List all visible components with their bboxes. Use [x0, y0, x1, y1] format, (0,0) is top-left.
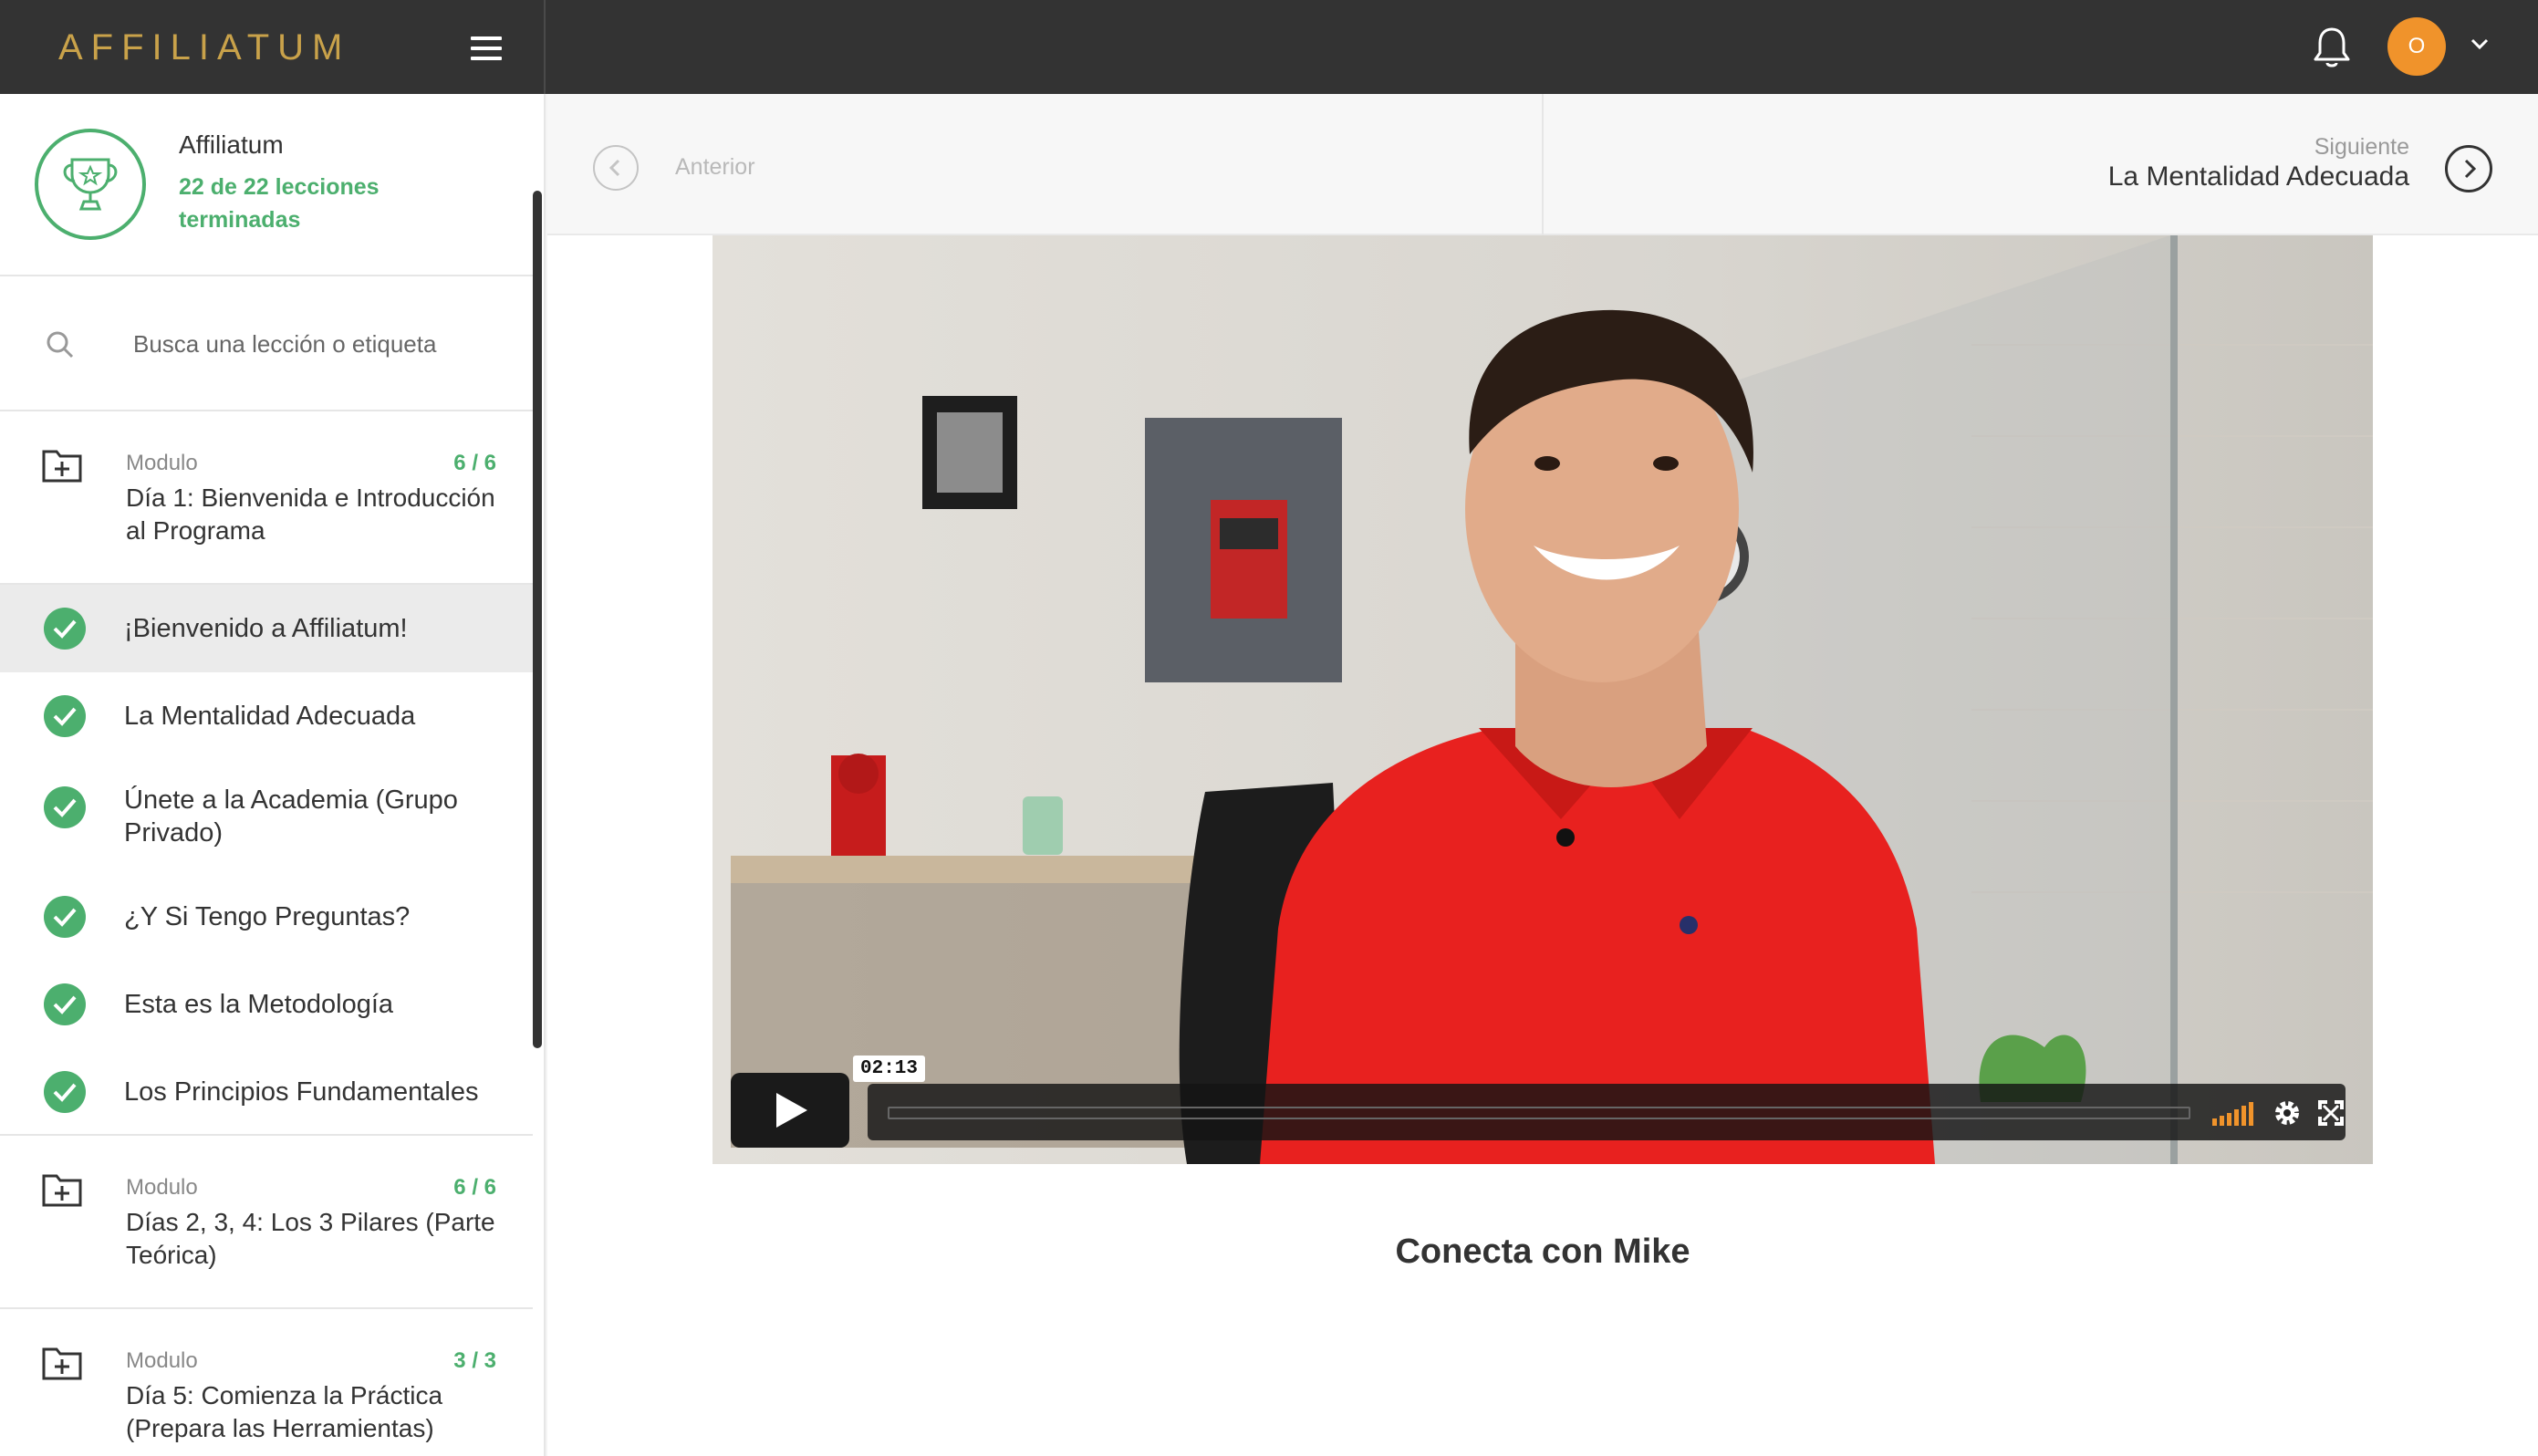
check-icon [44, 695, 86, 737]
lesson-item[interactable]: Esta es la Metodología [0, 961, 533, 1048]
check-icon [44, 608, 86, 650]
brand-logo[interactable]: AFFILIATUM [58, 27, 350, 68]
module-count: 3 / 3 [453, 1348, 496, 1373]
lesson-title: ¡Bienvenido a Affiliatum! [124, 614, 408, 643]
module-label: Modulo [126, 1348, 198, 1373]
search-input[interactable] [133, 322, 498, 366]
hamburger-icon-line [471, 36, 502, 40]
module-header[interactable]: Modulo 3 / 3 Día 5: Comienza la Práctica… [0, 1309, 533, 1456]
previous-lesson-button[interactable] [593, 145, 639, 191]
chevron-down-icon[interactable] [2469, 33, 2491, 55]
search-icon [46, 330, 75, 359]
video-player[interactable]: 02:13 [713, 235, 2373, 1164]
video-frame-image [713, 235, 2373, 1164]
next-lesson-title[interactable]: La Mentalidad Adecuada [2108, 161, 2409, 192]
lesson-search [0, 276, 533, 411]
module-title: Días 2, 3, 4: Los 3 Pilares (Parte Teóri… [126, 1208, 495, 1269]
volume-icon[interactable] [2212, 1102, 2256, 1126]
lesson-title: ¿Y Si Tengo Preguntas? [124, 902, 411, 931]
hamburger-icon-line [471, 57, 502, 60]
lesson-item[interactable]: La Mentalidad Adecuada [0, 672, 533, 760]
hamburger-icon-line [471, 47, 502, 50]
video-timestamp: 02:13 [853, 1056, 926, 1082]
module-count: 6 / 6 [453, 1175, 496, 1200]
lesson-title: La Mentalidad Adecuada [124, 702, 416, 731]
folder-add-icon [42, 1346, 82, 1380]
video-progress-track[interactable] [888, 1107, 2190, 1119]
lesson-title: Los Principios Fundamentales [124, 1077, 479, 1107]
lesson-title: Esta es la Metodología [124, 990, 394, 1019]
check-icon [44, 1071, 86, 1113]
module-label: Modulo [126, 451, 198, 475]
sidebar-scrollbar[interactable] [533, 191, 542, 1048]
logo-area: AFFILIATUM [0, 0, 546, 94]
module-header[interactable]: Modulo 6 / 6 Día 1: Bienvenida e Introdu… [0, 411, 533, 585]
fullscreen-icon[interactable] [2318, 1100, 2344, 1126]
lesson-content: Anterior Siguiente La Mentalidad Adecuad… [547, 94, 2538, 1456]
settings-gear-icon[interactable] [2273, 1098, 2302, 1128]
lesson-navigation: Anterior Siguiente La Mentalidad Adecuad… [547, 94, 2538, 235]
video-controls-bar [868, 1084, 2346, 1140]
check-icon [44, 786, 86, 828]
folder-add-icon [42, 448, 82, 483]
module-title: Día 1: Bienvenida e Introducción al Prog… [126, 484, 495, 545]
lesson-item[interactable]: ¡Bienvenido a Affiliatum! [0, 585, 533, 672]
lesson-item[interactable]: ¿Y Si Tengo Preguntas? [0, 873, 533, 961]
course-name: Affiliatum [179, 130, 284, 159]
module-title: Día 5: Comienza la Práctica (Prepara las… [126, 1381, 443, 1442]
top-bar: AFFILIATUM O [0, 0, 2538, 94]
video-caption-title: Conecta con Mike [1395, 1232, 1690, 1271]
play-button[interactable] [731, 1073, 849, 1148]
course-progress-header: Affiliatum 22 de 22 lecciones terminadas [0, 94, 533, 276]
module-count: 6 / 6 [453, 451, 496, 475]
next-lesson-label[interactable]: Siguiente [2314, 134, 2409, 161]
module-label: Modulo [126, 1175, 198, 1200]
module-header[interactable]: Modulo 6 / 6 Días 2, 3, 4: Los 3 Pilares… [0, 1136, 533, 1309]
check-icon [44, 896, 86, 938]
lesson-title: Únete a la Academia (Grupo Privado) [124, 785, 458, 848]
menu-toggle-button[interactable] [471, 36, 502, 60]
course-progress-text: 22 de 22 lecciones terminadas [179, 174, 380, 233]
nav-divider [1542, 94, 1544, 235]
check-icon [44, 983, 86, 1025]
lesson-item[interactable]: Los Principios Fundamentales [0, 1048, 533, 1136]
next-lesson-button[interactable] [2445, 145, 2492, 192]
previous-lesson-label[interactable]: Anterior [675, 154, 755, 181]
trophy-icon [35, 129, 146, 240]
folder-add-icon [42, 1172, 82, 1207]
notifications-bell-icon[interactable] [2313, 26, 2351, 69]
play-icon [776, 1093, 807, 1128]
course-sidebar: Affiliatum 22 de 22 lecciones terminadas… [0, 94, 546, 1456]
lesson-item[interactable]: Únete a la Academia (Grupo Privado) [0, 760, 533, 873]
user-avatar[interactable]: O [2387, 17, 2446, 76]
